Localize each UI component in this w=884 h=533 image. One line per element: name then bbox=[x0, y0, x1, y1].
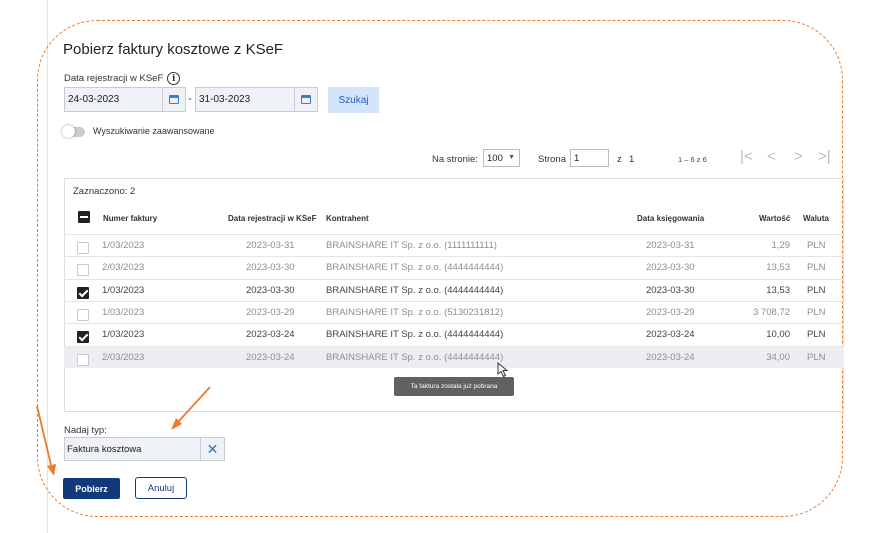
annotation-arrow-button bbox=[36, 405, 52, 466]
annotation-arrow-type bbox=[177, 386, 211, 423]
annotation-arrows bbox=[36, 386, 211, 476]
annotation-arrowhead-button bbox=[47, 464, 56, 476]
